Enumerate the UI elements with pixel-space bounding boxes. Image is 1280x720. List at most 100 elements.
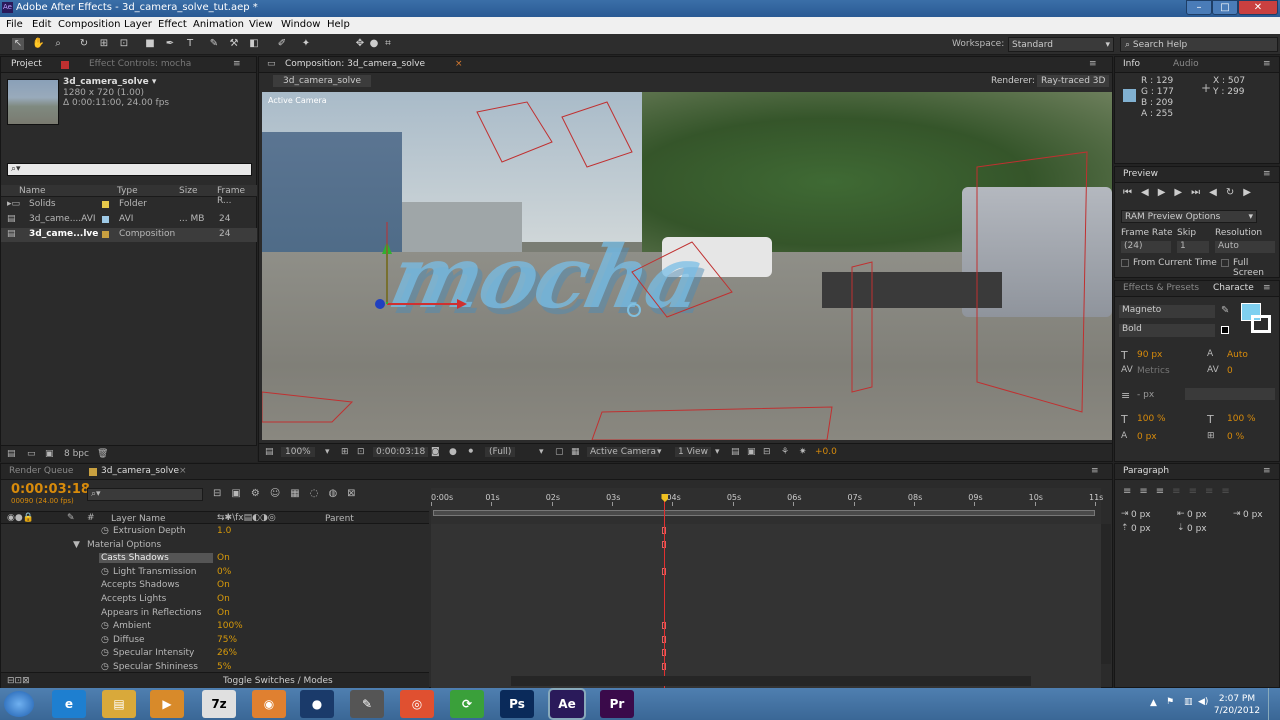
layer-property-row[interactable]: ◷ Diffuse 75% <box>1 634 429 648</box>
justify-right-icon[interactable]: ≡ <box>1205 486 1221 497</box>
project-item[interactable]: ▤ 3d_came....AVI AVI ... MB 24 <box>1 213 257 227</box>
from-current-checkbox[interactable] <box>1121 259 1129 267</box>
av-switches-icon[interactable]: ◉●🔒 <box>7 513 34 523</box>
menu-effect[interactable]: Effect <box>158 19 187 30</box>
panel-menu-icon[interactable]: ≡ <box>1263 59 1271 69</box>
panel-menu-icon[interactable]: ≡ <box>1089 59 1097 69</box>
rotate-tool-icon[interactable]: ↻ <box>78 38 90 50</box>
puppet-tool-icon[interactable]: ✦ <box>300 38 312 50</box>
transparency-grid-icon[interactable]: ▦ <box>571 447 580 457</box>
axis-mode-icon[interactable]: ✥ <box>354 38 366 50</box>
show-desktop-button[interactable] <box>1268 688 1280 720</box>
stopwatch-icon[interactable]: ◷ <box>101 648 109 658</box>
taskbar-app7-icon[interactable]: ✎ <box>350 690 384 718</box>
header-type[interactable]: Type <box>117 186 138 196</box>
layer-property-row[interactable]: ◷ Light Transmission 0% <box>1 566 429 580</box>
panel-menu-icon[interactable]: ≡ <box>233 59 241 69</box>
justify-center-icon[interactable]: ≡ <box>1189 486 1205 497</box>
indent-right-value[interactable]: 0 px <box>1187 510 1207 520</box>
draft-3d-icon[interactable]: ⚙ <box>251 488 270 499</box>
layer-property-row[interactable]: ◷ Ambient 100% <box>1 620 429 634</box>
last-frame-icon[interactable]: ⏭ <box>1191 187 1209 198</box>
tab-project[interactable]: Project <box>11 59 42 69</box>
stopwatch-icon[interactable]: ◷ <box>101 635 109 645</box>
search-help-field[interactable]: ⌕ Search Help <box>1120 37 1278 52</box>
layer-property-row[interactable]: Casts Shadows On <box>1 552 429 566</box>
eyedropper-icon[interactable]: ✎ <box>1221 305 1229 316</box>
property-value[interactable]: 75% <box>217 635 237 645</box>
network-icon[interactable]: ▥ <box>1184 697 1193 707</box>
taskbar-7zip-icon[interactable]: 7z <box>202 690 236 718</box>
menu-edit[interactable]: Edit <box>32 19 51 30</box>
shy-icon[interactable]: ☺ <box>270 488 290 499</box>
stroke-style-select[interactable] <box>1185 388 1275 400</box>
toggle-pixel-aspect-icon[interactable]: ▤ <box>731 447 740 457</box>
expand-panes-icon[interactable]: ⊟⊡⊠ <box>7 676 30 686</box>
menu-help[interactable]: Help <box>327 19 350 30</box>
stroke-width-value[interactable]: - px <box>1137 390 1154 400</box>
chevron-down-icon[interactable]: ▾ <box>657 447 662 457</box>
work-area-bar[interactable] <box>433 510 1095 516</box>
show-hidden-icons-icon[interactable]: ▲ <box>1150 698 1157 708</box>
selection-tool-icon[interactable]: ↖ <box>12 38 24 50</box>
time-ruler[interactable]: 0:00s 01s 02s 03s 04s 05s 06s 07s 08s 09s 10s 11s <box>431 488 1103 506</box>
taskbar-blender-icon[interactable]: ◉ <box>252 690 286 718</box>
menu-window[interactable]: Window <box>281 19 320 30</box>
clock[interactable]: 2:07 PM 7/20/2012 <box>1212 693 1262 717</box>
brush-tool-icon[interactable]: ✎ <box>208 38 220 50</box>
property-value[interactable]: On <box>217 553 230 563</box>
maximize-button[interactable]: □ <box>1212 0 1238 15</box>
layer-property-row[interactable]: Accepts Shadows On <box>1 579 429 593</box>
layer-property-row[interactable]: Accepts Lights On <box>1 593 429 607</box>
project-item[interactable]: ▤ 3d_came...lve Composition 24 <box>1 228 257 242</box>
font-style-select[interactable]: Bold <box>1119 324 1215 337</box>
leading-value[interactable]: Auto <box>1227 350 1248 360</box>
mask-visibility-icon[interactable]: ⊡ <box>357 447 365 457</box>
snapshot-icon[interactable]: ◙ <box>431 447 440 457</box>
motion-blur-icon[interactable]: ◌ <box>310 488 329 499</box>
menu-file[interactable]: File <box>6 19 23 30</box>
flowchart-icon[interactable]: ⚘ <box>781 447 789 457</box>
layer-property-row[interactable]: ◷ Specular Intensity 26% <box>1 647 429 661</box>
align-right-icon[interactable]: ≡ <box>1156 486 1172 497</box>
property-value[interactable]: On <box>217 580 230 590</box>
world-axis-icon[interactable]: ● <box>368 38 380 50</box>
tab-effect-controls[interactable]: Effect Controls: mocha <box>89 59 191 69</box>
comp-viewer[interactable]: mocha Active Camera <box>262 92 1112 440</box>
tab-info[interactable]: Info <box>1123 59 1140 69</box>
property-value[interactable]: 1.0 <box>217 526 231 536</box>
minimize-button[interactable]: – <box>1186 0 1212 15</box>
pen-tool-icon[interactable]: ✒ <box>164 38 176 50</box>
layer-property-row[interactable]: ▼ Material Options <box>1 539 429 553</box>
zoom-tool-icon[interactable]: ⌕ <box>52 38 64 50</box>
toggle-switches-modes[interactable]: Toggle Switches / Modes <box>223 676 333 686</box>
first-line-indent-value[interactable]: 0 px <box>1243 510 1263 520</box>
lock-icon[interactable]: ▭ <box>267 59 276 69</box>
menu-layer[interactable]: Layer <box>124 19 152 30</box>
safe-margins-icon[interactable]: ⊞ <box>341 447 349 457</box>
ram-preview-icon[interactable]: ▶ <box>1243 187 1260 198</box>
taskbar-photoshop-icon[interactable]: Ps <box>500 690 534 718</box>
roto-brush-tool-icon[interactable]: ✐ <box>276 38 288 50</box>
header-name[interactable]: Name <box>19 186 46 196</box>
taskbar-media-icon[interactable]: ▶ <box>150 690 184 718</box>
rectangle-tool-icon[interactable]: ■ <box>144 38 156 50</box>
taskbar-aftereffects-icon[interactable]: Ae <box>548 688 586 720</box>
live-update-icon[interactable]: ▣ <box>231 488 250 499</box>
space-after-value[interactable]: 0 px <box>1187 524 1207 534</box>
close-tab-icon[interactable]: × <box>455 59 463 69</box>
zoom-select[interactable]: 100% <box>281 447 315 457</box>
camera-tool-icon[interactable]: ⊞ <box>98 38 110 50</box>
layer-property-row[interactable]: ◷ Extrusion Depth 1.0 <box>1 525 429 539</box>
frame-rate-select[interactable]: (24) <box>1121 241 1171 253</box>
panel-menu-icon[interactable]: ≡ <box>1263 283 1271 293</box>
timeline-icon[interactable]: ⊟ <box>763 447 771 457</box>
skip-select[interactable]: 1 <box>1177 241 1209 253</box>
taskbar-explorer-icon[interactable]: ▤ <box>102 690 136 718</box>
audio-icon[interactable]: ◀ <box>1209 187 1226 198</box>
tab-composition[interactable]: Composition: 3d_camera_solve <box>285 59 425 69</box>
justify-all-icon[interactable]: ≡ <box>1221 486 1237 497</box>
property-value[interactable]: 5% <box>217 662 231 672</box>
baseline-shift-value[interactable]: 0 px <box>1137 432 1157 442</box>
property-value[interactable]: On <box>217 594 230 604</box>
